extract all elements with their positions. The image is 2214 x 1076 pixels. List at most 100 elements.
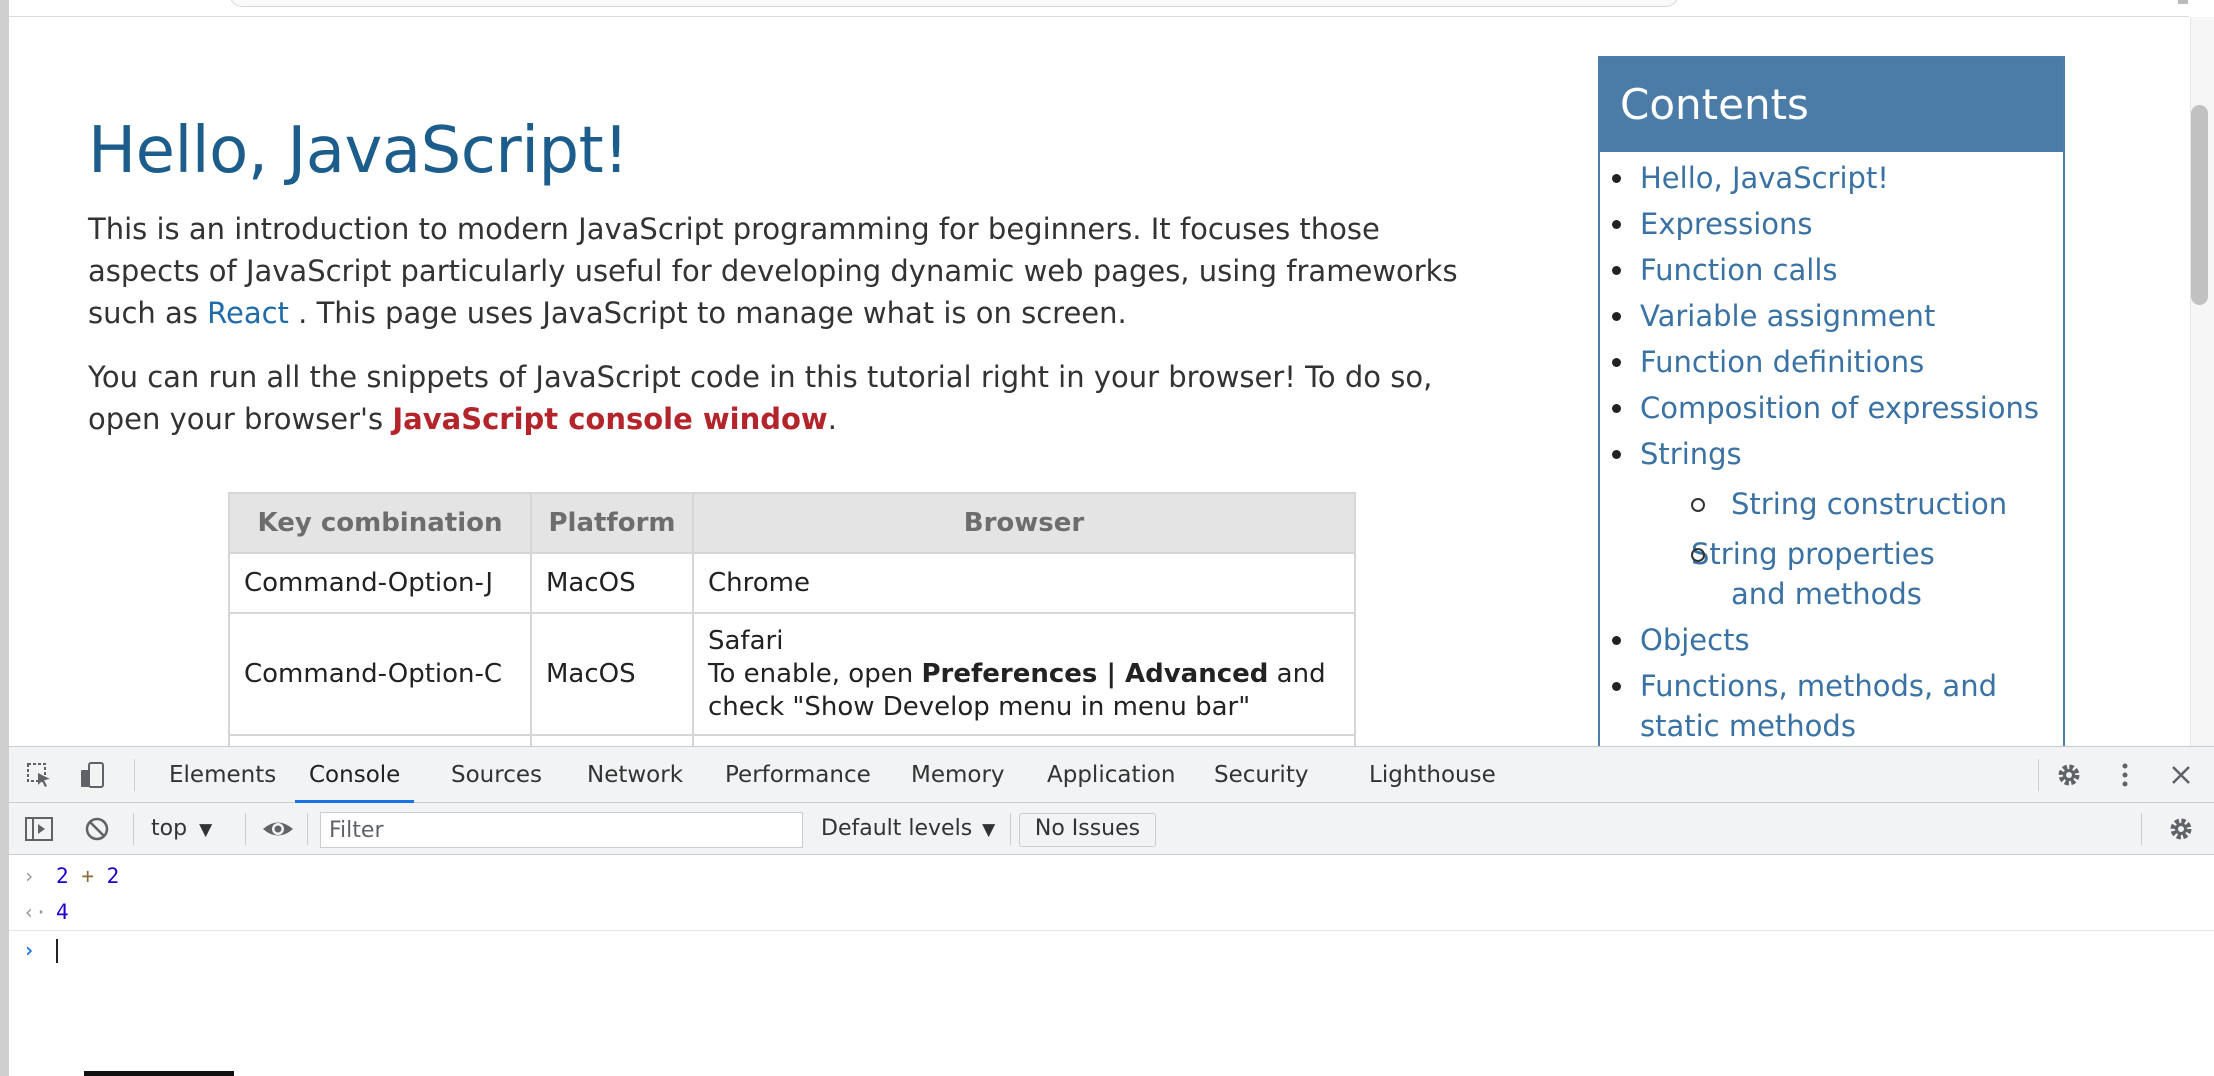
tab-network[interactable]: Network [587, 747, 683, 803]
result-arrow-icon: ‹· [23, 900, 48, 924]
key-combination-table: Key combination Platform Browser Command… [228, 492, 1356, 746]
table-cell [692, 734, 1356, 746]
table-row [228, 734, 1356, 746]
window-left-edge [0, 0, 9, 1076]
page-viewport: Hello, JavaScript! This is an introducti… [0, 0, 2214, 746]
code-operator: + [81, 864, 94, 888]
console-prompt-line[interactable]: › [9, 932, 2214, 968]
tab-application[interactable]: Application [1047, 747, 1176, 803]
devtools-panel: Elements Console Sources Network Perform… [9, 746, 2214, 1076]
toc-item-functions-methods[interactable]: Functions, methods, and static methods [1600, 666, 2063, 746]
console-divider [9, 930, 2214, 931]
toc-subitem-label: String properties and methods [1691, 537, 1935, 611]
code-number: 2 [106, 864, 120, 888]
toolbar-divider [2141, 813, 2142, 845]
code-number: 2 [56, 864, 69, 888]
prompt-chevron-icon: › [23, 938, 36, 962]
browser-top-bar [9, 0, 2189, 17]
console-input-code: 2 + 2 [56, 858, 119, 894]
column-header: Platform [530, 492, 694, 554]
table-cell [228, 734, 532, 746]
toc-item-function-definitions[interactable]: Function definitions [1600, 342, 2063, 382]
console-result-value: 4 [56, 900, 69, 924]
toc-item-strings[interactable]: Strings [1600, 434, 2063, 474]
toolbar-divider [133, 813, 134, 845]
main-content: Hello, JavaScript! This is an introducti… [88, 112, 1488, 440]
device-toolbar-icon[interactable] [77, 759, 109, 791]
console-output[interactable]: › 2 + 2 ‹· 4 › [9, 856, 2214, 1076]
console-toolbar: top ▼ Default levels ▼ No Issues [9, 803, 2214, 855]
table-row: Command-Option-J MacOS Chrome [228, 552, 1356, 614]
table-cell: MacOS [530, 612, 694, 736]
sidebar-toggle-icon[interactable] [23, 813, 55, 845]
toolbar-divider [245, 813, 246, 845]
console-window-highlight: JavaScript console window [392, 402, 828, 436]
text-caret [56, 939, 58, 963]
context-selector[interactable]: top ▼ [151, 803, 212, 855]
toc-item-hello[interactable]: Hello, JavaScript! [1600, 158, 2063, 198]
column-header: Key combination [228, 492, 532, 554]
toc-item-objects[interactable]: Objects [1600, 620, 2063, 660]
tab-console[interactable]: Console [295, 747, 415, 803]
tab-elements[interactable]: Elements [169, 747, 276, 803]
column-header: Browser [692, 492, 1356, 554]
close-icon[interactable] [2165, 759, 2197, 791]
page-title: Hello, JavaScript! [88, 114, 629, 188]
toc-heading: Contents [1600, 58, 2063, 152]
table-cell: MacOS [530, 552, 694, 614]
log-levels-dropdown[interactable]: Default levels ▼ [821, 803, 995, 855]
toolbar-divider [307, 813, 308, 845]
preferences-path: Preferences | Advanced [921, 658, 1269, 689]
tab-performance[interactable]: Performance [725, 747, 871, 803]
toc-item-variable-assignment[interactable]: Variable assignment [1600, 296, 2063, 336]
table-cell: Command-Option-C [228, 612, 532, 736]
address-bar[interactable] [229, 0, 1679, 7]
table-cell: Chrome [692, 552, 1356, 614]
toc-item-expressions[interactable]: Expressions [1600, 204, 2063, 244]
issues-button[interactable]: No Issues [1019, 813, 1156, 847]
top-scroll-indicator [2178, 0, 2188, 4]
settings-gear-icon[interactable] [2053, 759, 2085, 791]
browser-name: Safari [708, 625, 784, 656]
toolbar-divider [1010, 813, 1011, 845]
underlying-window-fragment [84, 1071, 234, 1076]
more-options-icon[interactable] [2109, 759, 2141, 791]
page-scroll-thumb[interactable] [2191, 105, 2208, 305]
inspect-element-icon[interactable] [23, 759, 55, 791]
log-levels-label: Default levels [821, 816, 973, 841]
intro-text-tail: . This page uses JavaScript to manage wh… [288, 296, 1127, 330]
clear-console-icon[interactable] [81, 813, 113, 845]
toc-item-function-calls[interactable]: Function calls [1600, 250, 2063, 290]
enable-text: To enable, open [708, 658, 922, 689]
tab-security[interactable]: Security [1214, 747, 1308, 803]
dropdown-arrow-icon: ▼ [199, 820, 213, 840]
tab-lighthouse[interactable]: Lighthouse [1369, 747, 1496, 803]
console-paragraph: You can run all the snippets of JavaScri… [88, 356, 1468, 440]
table-of-contents: Contents Hello, JavaScript! Expressions … [1598, 56, 2065, 746]
dropdown-arrow-icon: ▼ [982, 820, 996, 840]
intro-paragraph: This is an introduction to modern JavaSc… [88, 208, 1468, 334]
table-header-row: Key combination Platform Browser [228, 492, 1356, 554]
table-cell: Command-Option-J [228, 552, 532, 614]
console-input-line: › 2 + 2 [9, 858, 2214, 894]
toolbar-divider [2038, 759, 2039, 791]
toc-list: Hello, JavaScript! Expressions Function … [1600, 158, 2063, 746]
console-result-line: ‹· 4 [9, 894, 2214, 930]
input-chevron-icon: › [23, 864, 36, 888]
table-row: Command-Option-C MacOS Safari To enable, … [228, 612, 1356, 736]
live-expression-eye-icon[interactable] [261, 813, 293, 845]
toolbar-divider [134, 759, 135, 791]
table-cell: Safari To enable, open Preferences | Adva… [692, 612, 1356, 736]
context-label: top [151, 816, 188, 841]
tab-sources[interactable]: Sources [451, 747, 542, 803]
tab-memory[interactable]: Memory [911, 747, 1005, 803]
toc-subitem-string-construction[interactable]: String construction [1600, 484, 2063, 524]
react-link[interactable]: React [207, 296, 289, 330]
console-prompt[interactable] [56, 932, 58, 968]
devtools-tab-bar: Elements Console Sources Network Perform… [9, 747, 2214, 803]
filter-input[interactable] [320, 812, 803, 848]
console-settings-gear-icon[interactable] [2165, 813, 2197, 845]
run-text-tail: . [827, 402, 837, 436]
toc-item-composition[interactable]: Composition of expressions [1600, 388, 2063, 428]
toc-subitem-string-properties[interactable]: String properties and methods [1600, 534, 2063, 614]
